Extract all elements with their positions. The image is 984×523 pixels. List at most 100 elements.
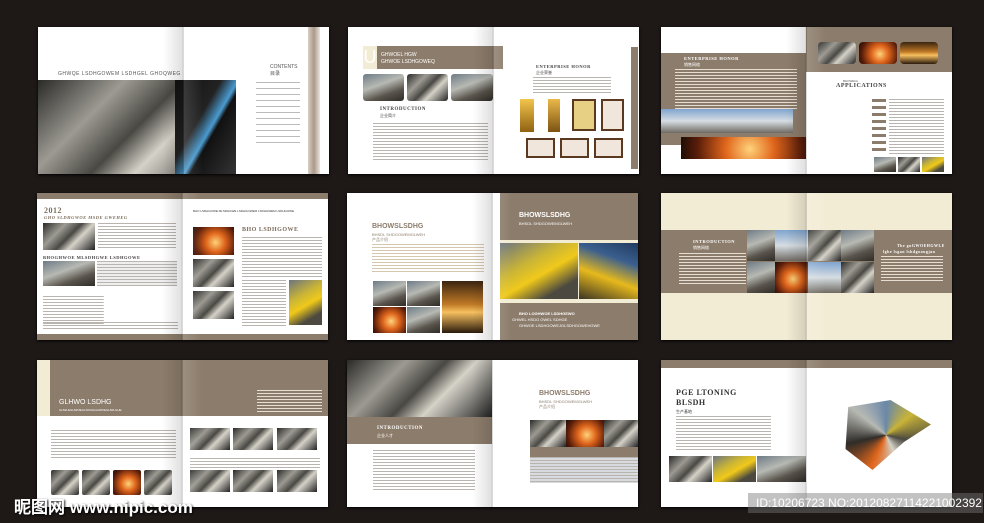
photo	[669, 456, 712, 482]
photo	[747, 230, 775, 261]
furnace-photo	[681, 137, 806, 159]
left-title: BHOWSLSDHG	[372, 223, 424, 230]
photo	[757, 456, 806, 482]
title-cn: 生产基地	[676, 409, 692, 414]
certificate	[572, 99, 596, 131]
initial-letter: U	[363, 46, 377, 69]
watermark-site: 昵图网 www.nipic.com	[14, 498, 193, 517]
spread-talent: INTRODUCTION 企业人才 BHOWSLSDHG BHSDL SHDGO…	[347, 360, 638, 507]
certificate	[601, 99, 624, 131]
gear-photo	[43, 223, 95, 250]
subtitle: GHO SLDHGWOE MSDE GWEHEG	[44, 215, 128, 220]
pipes-photo	[604, 420, 638, 447]
tan-bar	[530, 447, 638, 457]
honor-heading-cn: 企业荣誉	[536, 70, 552, 75]
cutting-photo	[566, 420, 604, 447]
contents-title-cn: 目录	[270, 71, 281, 77]
body-text	[242, 280, 286, 328]
photo	[113, 470, 141, 495]
photo	[713, 456, 756, 482]
bottom-line-2: GHWEL HSDG OWEL SDHGE	[512, 317, 568, 322]
year: 2012	[44, 206, 62, 215]
photo	[233, 428, 273, 450]
pipes-photo	[193, 259, 234, 287]
photo	[373, 281, 406, 306]
cutting-photo	[193, 227, 234, 255]
spread-introduction: U GHWOEL HGW GHWOE LSDHGOWEQ INTRODUCTIO…	[348, 27, 639, 174]
photo	[51, 470, 79, 495]
photo	[841, 230, 874, 261]
right-heading-2: lghe lsgan lshdgoaugjan	[883, 249, 936, 254]
body-text	[372, 244, 484, 274]
top-line: BHO LSDHGOWE MLSDHGWE LSDHGOWEM LSDHGWEM…	[193, 209, 295, 213]
tower-photo	[442, 281, 483, 333]
photo	[747, 262, 775, 293]
intro-heading-cn: 企业人才	[377, 433, 393, 438]
right-subtitle: BHSDL SHDGOWEMGLWEH	[519, 221, 573, 226]
top-strip	[661, 360, 952, 368]
intro-heading: INTRODUCTION	[693, 239, 736, 244]
honor-heading: ENTERPRISE HONOR	[536, 64, 591, 69]
title-cn: 产品介绍	[539, 404, 555, 409]
title-2: GHWOE LSDHGOWEQ	[381, 59, 435, 65]
photo-cube-collage	[845, 400, 931, 470]
application-labels	[872, 99, 886, 155]
spread-history: 2012 GHO SLDHGWOE MSDE GWEHEG BHOGHWOE M…	[37, 193, 328, 340]
photo	[144, 470, 172, 495]
photo	[407, 307, 440, 333]
spread-contents: GHWQE LSDHGOWEM LSDHGEL GHOQWEG CONTENTS…	[38, 27, 329, 174]
body-text	[51, 430, 176, 460]
spread-products: BHOWSLSDHG BHSDL SHDGOWEMGLWEH 产品介绍 BHOW…	[347, 193, 638, 340]
bottom-strip	[37, 334, 328, 340]
honor-heading-cn: 销售网络	[684, 62, 700, 67]
body-text	[675, 69, 797, 111]
application-text	[889, 99, 944, 155]
photo	[874, 157, 896, 172]
cream-strip	[37, 360, 50, 416]
title-2: BLSDH	[676, 398, 706, 407]
body-text	[242, 237, 322, 277]
photo	[277, 428, 317, 450]
spec-box	[97, 261, 177, 286]
section-heading: BHOGHWOE MLSDHGWE LSDHGOWE	[43, 255, 141, 260]
machine-photo-detail	[175, 80, 236, 174]
header-text	[257, 390, 322, 414]
intro-heading: INTRODUCTION	[377, 426, 424, 431]
certificate	[526, 138, 555, 158]
machine-photo	[347, 360, 492, 417]
right-heading-1: The guGWOEHGWLE	[897, 243, 945, 248]
title-1: PGE LTONING	[676, 388, 737, 397]
photo	[841, 262, 874, 293]
body-text	[676, 416, 771, 451]
photo	[451, 74, 493, 101]
certificate	[594, 138, 623, 158]
photo	[818, 42, 856, 64]
factory-photo	[579, 243, 638, 299]
photo	[900, 42, 938, 64]
honor-heading: ENTERPRISE HONOR	[684, 56, 739, 61]
photo	[808, 262, 841, 293]
watermark-id: ID:10206723 NO:20120827114221002392	[748, 493, 983, 513]
photo	[922, 157, 944, 172]
photo	[363, 74, 404, 101]
subtitle: GHWLEGHWOEGLSDHGGHWOEGHWLGHE	[59, 408, 122, 412]
body-text	[373, 123, 488, 161]
photo	[407, 281, 440, 306]
trophy	[520, 99, 534, 132]
trophy	[548, 99, 560, 132]
bottom-line-3: GHWOE LSDHGOWEJGLSDHGOWEHGWE	[519, 323, 600, 328]
title: GLHWO LSDHG	[59, 399, 112, 406]
body-text	[373, 450, 475, 490]
intro-heading: INTRODUCTION	[380, 107, 427, 112]
factory-photo	[500, 243, 578, 299]
body-text	[98, 223, 176, 250]
title-1: GHWOEL HGW	[381, 52, 417, 58]
left-title-cn: 产品介绍	[372, 237, 388, 242]
contents-list	[256, 82, 300, 148]
right-title: BHO LSDHGOWE	[242, 227, 299, 233]
photo	[407, 74, 448, 101]
side-bar	[631, 47, 638, 169]
worker-photo	[289, 280, 322, 325]
certificate	[560, 138, 589, 158]
body-text	[533, 77, 611, 95]
